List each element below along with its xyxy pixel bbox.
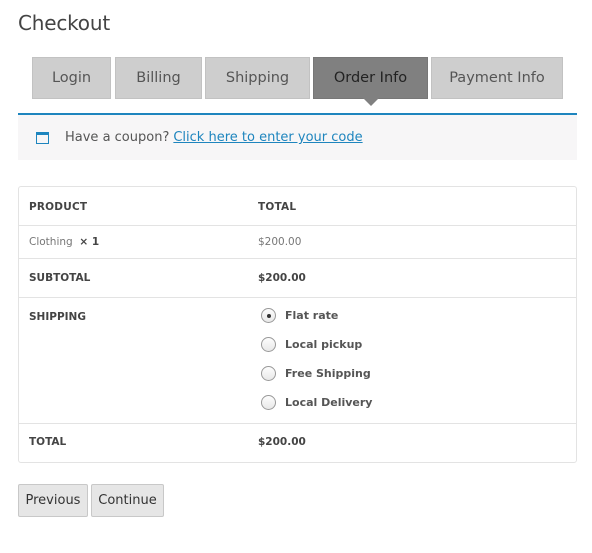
- shipping-option-label: Flat rate: [285, 309, 339, 322]
- calendar-icon: [36, 131, 49, 144]
- radio-button[interactable]: [261, 395, 276, 410]
- radio-button[interactable]: [261, 308, 276, 323]
- step-billing[interactable]: Billing: [115, 57, 202, 99]
- subtotal-row: SUBTOTAL $200.00: [19, 259, 576, 298]
- total-label: TOTAL: [29, 436, 67, 448]
- coupon-link[interactable]: Click here to enter your code: [173, 130, 362, 145]
- shipping-option-flat-rate[interactable]: Flat rate: [261, 308, 338, 323]
- coupon-text: Have a coupon?: [65, 130, 170, 145]
- total-value: $200.00: [258, 436, 306, 448]
- product-total: $200.00: [258, 236, 302, 248]
- shipping-option-local-delivery[interactable]: Local Delivery: [261, 395, 372, 410]
- coupon-notice: Have a coupon? Click here to enter your …: [18, 113, 577, 160]
- continue-button[interactable]: Continue: [91, 484, 164, 517]
- table-header-row: PRODUCT TOTAL: [19, 187, 576, 226]
- header-product: PRODUCT: [29, 201, 88, 213]
- step-shipping[interactable]: Shipping: [205, 57, 310, 99]
- subtotal-label: SUBTOTAL: [29, 272, 91, 284]
- shipping-option-local-pickup[interactable]: Local pickup: [261, 337, 362, 352]
- previous-button[interactable]: Previous: [18, 484, 88, 517]
- table-row: Clothing × 1 $200.00: [19, 226, 576, 259]
- shipping-option-label: Free Shipping: [285, 367, 371, 380]
- shipping-option-free-shipping[interactable]: Free Shipping: [261, 366, 371, 381]
- subtotal-value: $200.00: [258, 272, 306, 284]
- product-name: Clothing: [29, 236, 73, 248]
- order-review-table: PRODUCT TOTAL Clothing × 1 $200.00 SUBTO…: [18, 186, 577, 463]
- product-quantity: × 1: [79, 236, 100, 248]
- step-payment-info[interactable]: Payment Info: [431, 57, 563, 99]
- product-name-cell: Clothing × 1: [29, 236, 99, 248]
- shipping-row: SHIPPING Flat rate Local pickup Free Shi…: [19, 298, 576, 424]
- radio-button[interactable]: [261, 366, 276, 381]
- shipping-label: SHIPPING: [29, 311, 86, 323]
- shipping-option-label: Local Delivery: [285, 396, 373, 409]
- total-row: TOTAL $200.00: [19, 424, 576, 462]
- header-total: TOTAL: [258, 201, 297, 213]
- step-login[interactable]: Login: [32, 57, 111, 99]
- radio-button[interactable]: [261, 337, 276, 352]
- step-order-info[interactable]: Order Info: [313, 57, 428, 106]
- shipping-option-label: Local pickup: [285, 338, 363, 351]
- page-title: Checkout: [18, 11, 110, 35]
